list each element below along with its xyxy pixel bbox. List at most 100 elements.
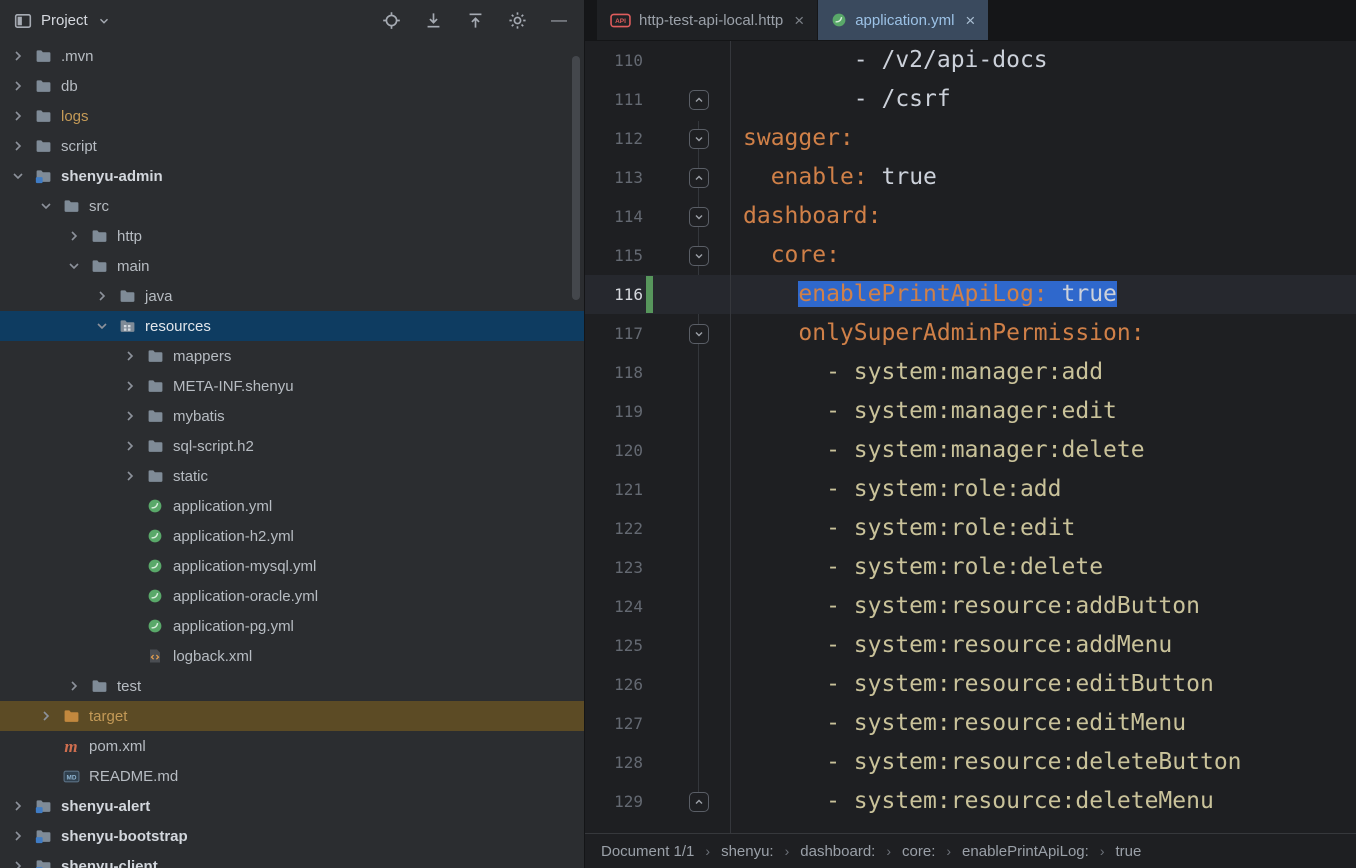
hide-panel-icon[interactable]: — bbox=[544, 7, 574, 35]
chevron-right-icon[interactable] bbox=[6, 74, 30, 98]
chevron-right-icon[interactable] bbox=[6, 854, 30, 868]
collapse-all-icon[interactable] bbox=[460, 7, 490, 35]
editor-tab-http-test-api-local.http[interactable]: APIhttp-test-api-local.http× bbox=[597, 0, 818, 40]
chevron-right-icon[interactable] bbox=[34, 704, 58, 728]
code-line-114[interactable]: 114dashboard: bbox=[585, 197, 1356, 236]
chevron-right-icon[interactable] bbox=[62, 674, 86, 698]
tree-item-test[interactable]: test bbox=[0, 671, 584, 701]
tree-item-logback.xml[interactable]: logback.xml bbox=[0, 641, 584, 671]
tree-item-shenyu-admin[interactable]: shenyu-admin bbox=[0, 161, 584, 191]
tree-item-resources[interactable]: resources bbox=[0, 311, 584, 341]
tree-item-pom.xml[interactable]: mpom.xml bbox=[0, 731, 584, 761]
code-line-111[interactable]: 111 - /csrf bbox=[585, 80, 1356, 119]
tree-item-target[interactable]: target bbox=[0, 701, 584, 731]
tree-item-static[interactable]: static bbox=[0, 461, 584, 491]
code-line-127[interactable]: 127 - system:resource:editMenu bbox=[585, 704, 1356, 743]
close-icon[interactable]: × bbox=[965, 12, 975, 29]
chevron-down-icon[interactable] bbox=[6, 164, 30, 188]
code-token: core: bbox=[771, 242, 840, 268]
fold-up-icon[interactable] bbox=[689, 792, 709, 812]
tree-item-main[interactable]: main bbox=[0, 251, 584, 281]
close-icon[interactable]: × bbox=[794, 12, 804, 29]
chevron-down-icon[interactable] bbox=[90, 314, 114, 338]
tree-item-script[interactable]: script bbox=[0, 131, 584, 161]
code-line-117[interactable]: 117 onlySuperAdminPermission: bbox=[585, 314, 1356, 353]
chevron-down-icon[interactable] bbox=[62, 254, 86, 278]
tree-item-application-oracle.yml[interactable]: application-oracle.yml bbox=[0, 581, 584, 611]
fold-down-icon[interactable] bbox=[689, 207, 709, 227]
editor[interactable]: 110 - /v2/api-docs111 - /csrf112swagger:… bbox=[585, 41, 1356, 833]
code-line-128[interactable]: 128 - system:resource:deleteButton bbox=[585, 743, 1356, 782]
code-line-123[interactable]: 123 - system:role:delete bbox=[585, 548, 1356, 587]
chevron-right-icon[interactable] bbox=[62, 224, 86, 248]
panel-title[interactable]: Project bbox=[41, 12, 88, 29]
excluded-folder-icon bbox=[60, 705, 82, 727]
tree-item-mappers[interactable]: mappers bbox=[0, 341, 584, 371]
tree-item-java[interactable]: java bbox=[0, 281, 584, 311]
chevron-right-icon[interactable] bbox=[6, 824, 30, 848]
code-line-113[interactable]: 113 enable: true bbox=[585, 158, 1356, 197]
tree-item-label: logback.xml bbox=[173, 648, 252, 665]
fold-down-icon[interactable] bbox=[689, 246, 709, 266]
tree-item-README.md[interactable]: MDREADME.md bbox=[0, 761, 584, 791]
breadcrumb-item[interactable]: dashboard: bbox=[800, 843, 875, 860]
code-line-124[interactable]: 124 - system:resource:addButton bbox=[585, 587, 1356, 626]
code-line-118[interactable]: 118 - system:manager:add bbox=[585, 353, 1356, 392]
fold-up-icon[interactable] bbox=[689, 168, 709, 188]
breadcrumb-item[interactable]: core: bbox=[902, 843, 935, 860]
chevron-down-icon[interactable] bbox=[95, 7, 113, 35]
tree-item-logs[interactable]: logs bbox=[0, 101, 584, 131]
settings-icon[interactable] bbox=[502, 7, 532, 35]
code-line-129[interactable]: 129 - system:resource:deleteMenu bbox=[585, 782, 1356, 821]
chevron-right-icon[interactable] bbox=[6, 794, 30, 818]
chevron-right-icon[interactable] bbox=[6, 134, 30, 158]
tree-item-shenyu-client[interactable]: shenyu-client bbox=[0, 851, 584, 868]
fold-down-icon[interactable] bbox=[689, 129, 709, 149]
tree-item-src[interactable]: src bbox=[0, 191, 584, 221]
tree-item-application.yml[interactable]: application.yml bbox=[0, 491, 584, 521]
breadcrumb-item[interactable]: shenyu: bbox=[721, 843, 774, 860]
chevron-right-icon[interactable] bbox=[118, 374, 142, 398]
chevron-right-icon[interactable] bbox=[6, 44, 30, 68]
chevron-right-icon[interactable] bbox=[118, 344, 142, 368]
tree-item-shenyu-bootstrap[interactable]: shenyu-bootstrap bbox=[0, 821, 584, 851]
expand-all-icon[interactable] bbox=[418, 7, 448, 35]
editor-tab-application.yml[interactable]: application.yml× bbox=[818, 0, 989, 40]
chevron-right-icon[interactable] bbox=[118, 404, 142, 428]
code-line-110[interactable]: 110 - /v2/api-docs bbox=[585, 41, 1356, 80]
tree-item-application-h2.yml[interactable]: application-h2.yml bbox=[0, 521, 584, 551]
editor-lines: 110 - /v2/api-docs111 - /csrf112swagger:… bbox=[585, 41, 1356, 821]
tree-item-mybatis[interactable]: mybatis bbox=[0, 401, 584, 431]
svg-text:API: API bbox=[615, 18, 626, 25]
tree-item-META-INF.shenyu[interactable]: META-INF.shenyu bbox=[0, 371, 584, 401]
tree-item-db[interactable]: db bbox=[0, 71, 584, 101]
chevron-down-icon[interactable] bbox=[34, 194, 58, 218]
fold-down-icon[interactable] bbox=[689, 324, 709, 344]
tree-item-application-pg.yml[interactable]: application-pg.yml bbox=[0, 611, 584, 641]
tree-item-.mvn[interactable]: .mvn bbox=[0, 41, 584, 71]
code-line-121[interactable]: 121 - system:role:add bbox=[585, 470, 1356, 509]
chevron-right-icon[interactable] bbox=[118, 464, 142, 488]
breadcrumb-item[interactable]: Document 1/1 bbox=[601, 843, 694, 860]
code-line-126[interactable]: 126 - system:resource:editButton bbox=[585, 665, 1356, 704]
tree-item-http[interactable]: http bbox=[0, 221, 584, 251]
chevron-right-icon[interactable] bbox=[90, 284, 114, 308]
chevron-right-icon[interactable] bbox=[118, 434, 142, 458]
tree-item-shenyu-alert[interactable]: shenyu-alert bbox=[0, 791, 584, 821]
breadcrumb-item[interactable]: true bbox=[1115, 843, 1141, 860]
code-line-116[interactable]: 116 enablePrintApiLog: true bbox=[585, 275, 1356, 314]
code-line-119[interactable]: 119 - system:manager:edit bbox=[585, 392, 1356, 431]
fold-up-icon[interactable] bbox=[689, 90, 709, 110]
breadcrumb-item[interactable]: enablePrintApiLog: bbox=[962, 843, 1089, 860]
tree-item-sql-script.h2[interactable]: sql-script.h2 bbox=[0, 431, 584, 461]
code-line-115[interactable]: 115 core: bbox=[585, 236, 1356, 275]
code-token: - system:role:delete bbox=[826, 554, 1103, 580]
code-line-112[interactable]: 112swagger: bbox=[585, 119, 1356, 158]
tree-scrollbar[interactable] bbox=[572, 56, 580, 300]
code-line-125[interactable]: 125 - system:resource:addMenu bbox=[585, 626, 1356, 665]
tree-item-application-mysql.yml[interactable]: application-mysql.yml bbox=[0, 551, 584, 581]
chevron-right-icon[interactable] bbox=[6, 104, 30, 128]
code-line-122[interactable]: 122 - system:role:edit bbox=[585, 509, 1356, 548]
locate-opened-file-icon[interactable] bbox=[376, 7, 406, 35]
code-line-120[interactable]: 120 - system:manager:delete bbox=[585, 431, 1356, 470]
